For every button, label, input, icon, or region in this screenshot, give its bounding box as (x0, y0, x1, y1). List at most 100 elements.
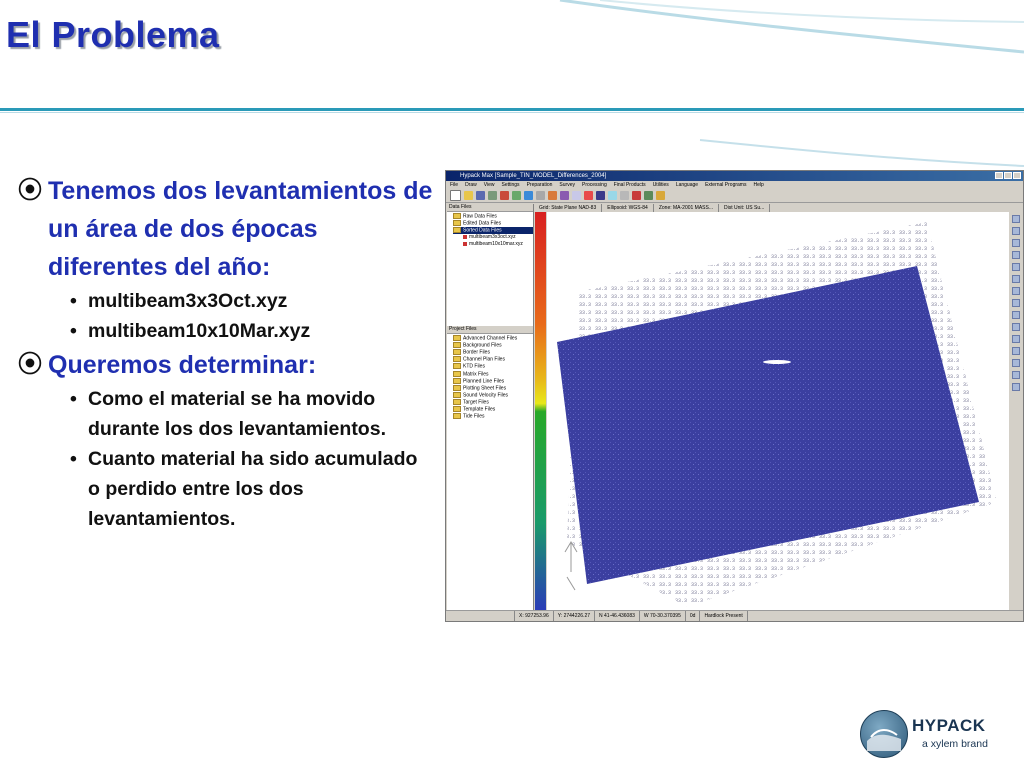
tree-file: multibeam10x10mar.xyz (453, 241, 533, 248)
minimize-icon (995, 172, 1003, 179)
toolbar (446, 189, 1023, 203)
project-files-tree: Advanced Channel Files Background Files … (447, 334, 533, 421)
slide-content: ⦿ Tenemos dos levantamientos de un área … (18, 172, 433, 534)
bullet-2: ⦿ Queremos determinar: (18, 346, 433, 384)
pan-icon (1012, 275, 1020, 283)
zoom-window-icon (1012, 239, 1020, 247)
survey-icon (524, 191, 533, 200)
close-icon (1013, 172, 1021, 179)
tree-item: Background Files (453, 342, 533, 349)
tool-icon (584, 191, 593, 200)
tool-icon (1012, 359, 1020, 367)
status-item: 0d (686, 611, 701, 621)
tree-item: Plotting Sheet Files (453, 385, 533, 392)
bullet-2-text: Queremos determinar: (48, 351, 317, 379)
menu-item: Language (675, 182, 699, 188)
data-gap (763, 360, 791, 364)
menu-item: Final Products (613, 182, 646, 188)
tree-item: Sound Velocity Files (453, 392, 533, 399)
slide-title: El Problema (6, 14, 220, 55)
tool-icon (1012, 335, 1020, 343)
tree-item-selected: Sorted Data Files (453, 227, 533, 235)
zoom-out-icon (1012, 227, 1020, 235)
bullet-2-sublist: Como el material se ha movido durante lo… (18, 384, 433, 534)
open-folder-icon (464, 191, 473, 200)
bullet-1: ⦿ Tenemos dos levantamientos de un área … (18, 172, 433, 286)
menu-item: External Programs (705, 182, 747, 188)
menu-bar: File Draw View Settings Preparation Surv… (446, 181, 1023, 189)
tree-item: Advanced Channel Files (453, 335, 533, 342)
status-item: X: 927253.96 (515, 611, 554, 621)
tool-icon (632, 191, 641, 200)
sub-bullet: Como el material se ha movido durante lo… (70, 384, 433, 444)
north-arrow-icon (564, 541, 578, 591)
tool-icon (1012, 383, 1020, 391)
globe-icon (512, 191, 521, 200)
menu-item: Survey (559, 182, 575, 188)
tool-icon (620, 191, 629, 200)
sub-bullet: Cuanto material ha sido acumulado o perd… (70, 444, 433, 534)
bullet-icon: ⦿ (18, 351, 42, 378)
map-info-item: Ellipsoid: WGS-84 (602, 204, 654, 212)
menu-item: Help (753, 182, 764, 188)
window-title-bar: Hypack Max [Sample_TIN_MODEL_Differences… (446, 171, 1023, 181)
menu-item: File (450, 182, 459, 188)
new-file-icon (450, 190, 461, 201)
tree-item: Matrix Files (453, 371, 533, 378)
tree-file: multibeam3x3oct.xyz (453, 234, 533, 241)
zoom-in-icon (1012, 215, 1020, 223)
status-bar: X: 927253.96 Y: 2744226.27 N 41-46.43608… (446, 610, 1023, 621)
tool-icon (1012, 299, 1020, 307)
menu-item: Processing (581, 182, 607, 188)
tree-item: Edited Data Files (453, 220, 533, 227)
menu-item: Draw (465, 182, 477, 188)
survey-plot: 33.3 (557, 222, 997, 607)
bullet-icon: ⦿ (18, 177, 42, 204)
map-info-item: Dist Unit: US Su... (719, 204, 771, 212)
tool-icon (1012, 311, 1020, 319)
window-title: Hypack Max [Sample_TIN_MODEL_Differences… (460, 173, 607, 179)
save-icon (476, 191, 485, 200)
tool-icon (572, 191, 581, 200)
tree-item: Tide Files (453, 413, 533, 420)
delete-icon (500, 191, 509, 200)
menu-item: Settings (501, 182, 520, 188)
project-explorer: Data Files Raw Data Files Edited Data Fi… (447, 204, 534, 612)
map-view: 33.3 (547, 212, 1009, 611)
tool-icon (656, 191, 665, 200)
print-icon (488, 191, 497, 200)
status-blank (446, 611, 515, 621)
logo-name: HYPACK (912, 716, 986, 735)
tool-icon (536, 191, 545, 200)
tool-icon (560, 191, 569, 200)
menu-item: Preparation (526, 182, 553, 188)
map-info-item: Zone: MA-2001 MASS... (654, 204, 720, 212)
bullet-1-sublist: multibeam3x3Oct.xyz multibeam10x10Mar.xy… (18, 286, 433, 346)
sub-bullet: multibeam10x10Mar.xyz (70, 316, 433, 346)
tool-icon (608, 191, 617, 200)
menu-item: View (483, 182, 495, 188)
maximize-icon (1004, 172, 1012, 179)
status-item: Hardlock Present (700, 611, 748, 621)
map-info-bar: Grid: State Plane NAD-83 Ellipsoid: WGS-… (534, 204, 1009, 212)
tool-icon (644, 191, 653, 200)
tool-icon (1012, 323, 1020, 331)
status-item: Y: 2744226.27 (554, 611, 596, 621)
logo-tagline: a xylem brand (922, 738, 988, 750)
bullet-1-text: Tenemos dos levantamientos de un área de… (48, 177, 433, 281)
tree-item: Planned Line Files (453, 378, 533, 385)
tool-icon (596, 191, 605, 200)
tree-item: Channel Plan Files (453, 356, 533, 363)
right-toolbar (1009, 212, 1023, 611)
menu-item: Utilities (652, 182, 669, 188)
tool-icon (548, 191, 557, 200)
tree-item: Border Files (453, 349, 533, 356)
tree-item: Template Files (453, 406, 533, 413)
zoom-extents-icon (1012, 251, 1020, 259)
map-info-item: Grid: State Plane NAD-83 (534, 204, 603, 212)
data-files-header: Data Files (447, 204, 533, 212)
logo-emblem-icon (860, 710, 908, 758)
depth-color-scale (535, 212, 546, 611)
data-files-tree: Raw Data Files Edited Data Files Sorted … (447, 212, 533, 248)
pan-icon (1012, 263, 1020, 271)
